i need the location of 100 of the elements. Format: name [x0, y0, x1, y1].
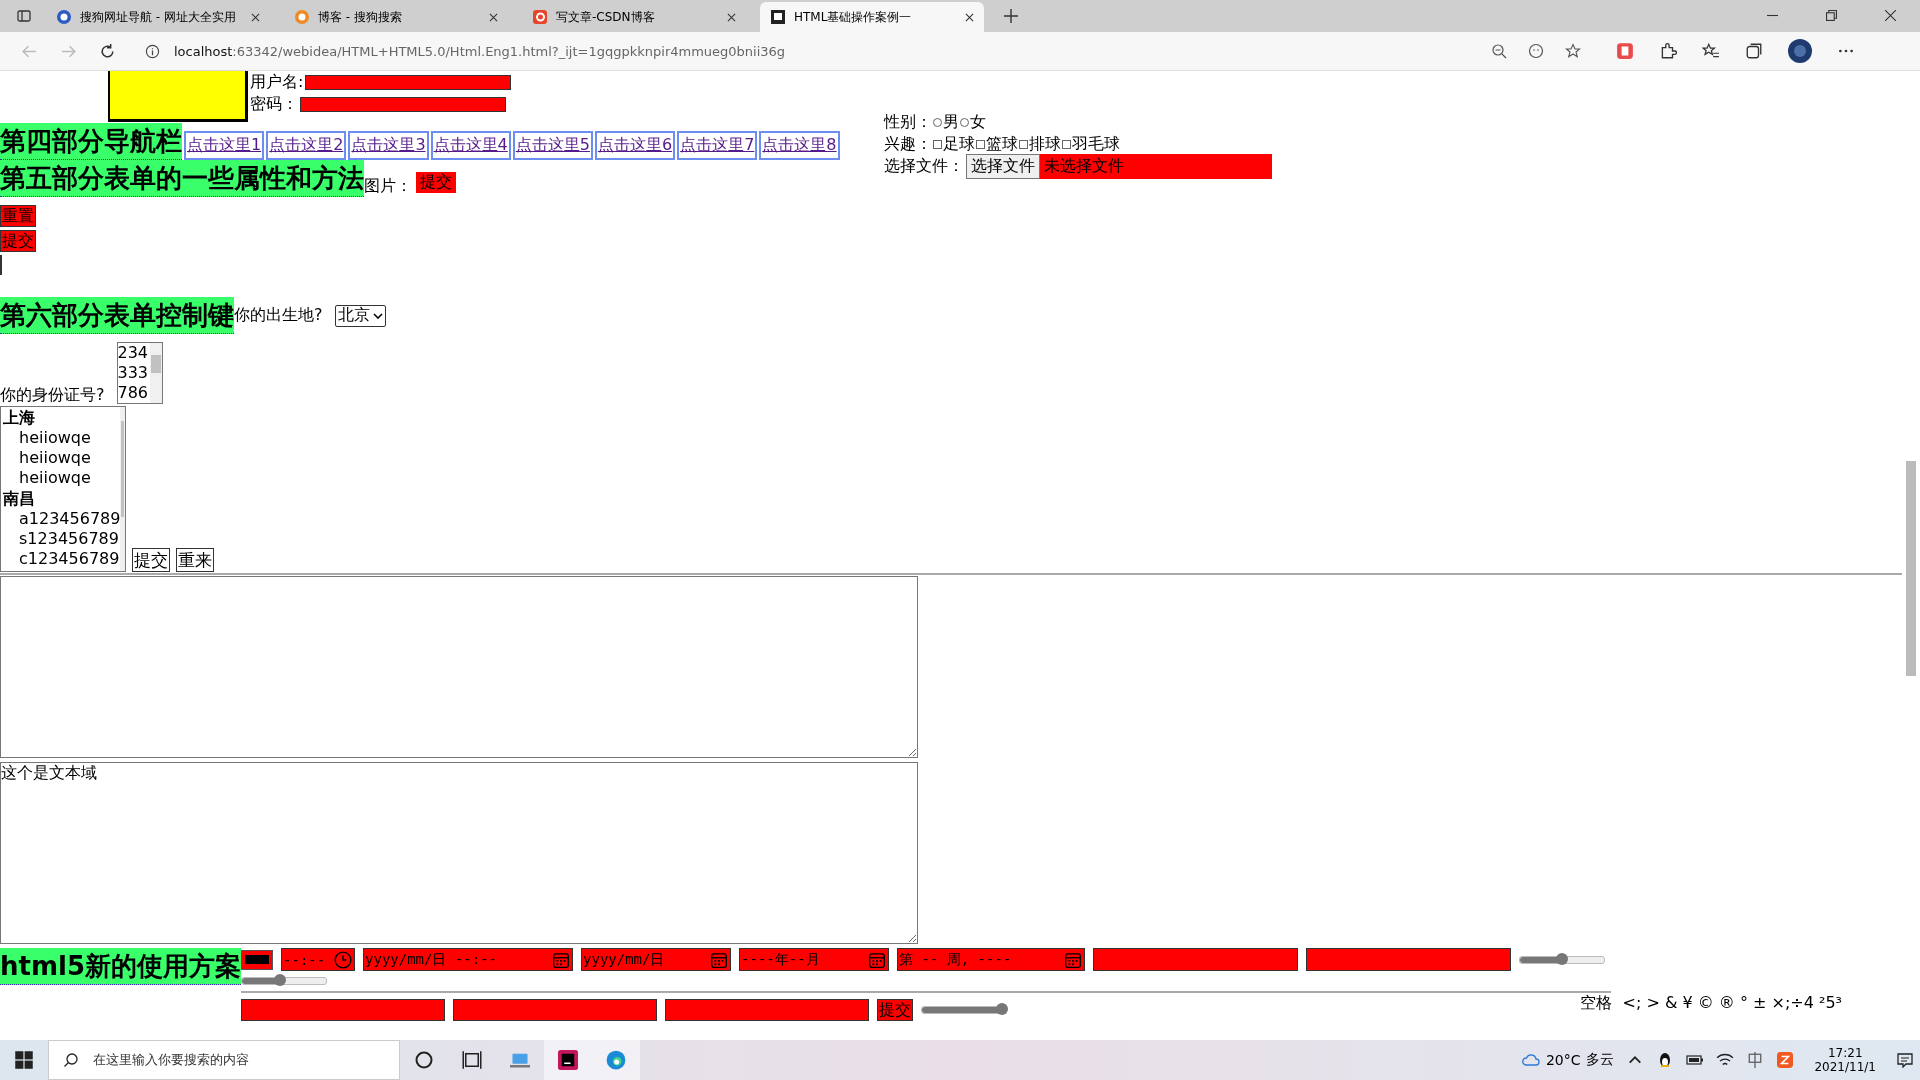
temperature-text[interactable]: 20°C	[1545, 1052, 1581, 1068]
list-option[interactable]: s123456789	[1, 529, 121, 549]
clock-date[interactable]: 2021/11/1	[1814, 1060, 1876, 1074]
tab-title: 博客 - 搜狗搜索	[318, 8, 403, 26]
task-view-icon[interactable]	[462, 1050, 482, 1070]
city-listbox[interactable]: 上海 heiiowqe heiiowqe heiiowqe 南昌 a123456789 s123456789 c123456789	[0, 406, 126, 572]
browser-tab[interactable]: 写文章-CSDN博客	[522, 2, 746, 32]
range-slider[interactable]	[241, 977, 328, 985]
cortana-circle-icon[interactable]	[414, 1050, 434, 1070]
text-field[interactable]	[665, 999, 870, 1021]
nav-link[interactable]: 点击这里4	[430, 131, 511, 160]
file-label: 选择文件：	[884, 155, 964, 177]
form-button[interactable]: 提交	[0, 230, 36, 252]
radio-label: 男	[943, 111, 959, 133]
close-icon[interactable]	[489, 12, 498, 22]
id-label: 你的身份证号?	[0, 385, 105, 406]
close-icon[interactable]	[727, 12, 736, 22]
nav-link[interactable]: 点击这里3	[348, 131, 429, 160]
id-listbox[interactable]: 234 333 786	[116, 342, 164, 404]
browser-tab[interactable]: HTML基础操作案例一	[760, 2, 984, 32]
list-option[interactable]: heiiowqe	[1, 448, 121, 468]
caret-icon[interactable]	[372, 312, 383, 319]
new-tab-icon[interactable]	[1004, 9, 1018, 23]
form-button[interactable]: 重来	[176, 548, 214, 572]
site-icon	[770, 9, 786, 25]
datetime-field[interactable]: yyyy/mm/日 --:--	[363, 948, 574, 971]
password-field[interactable]	[300, 96, 506, 112]
time-field[interactable]: --:--	[281, 948, 356, 971]
refresh-icon[interactable]	[99, 42, 116, 60]
close-icon[interactable]	[965, 12, 974, 22]
checkbox[interactable]	[933, 139, 942, 149]
browser-tab[interactable]: 搜狗网址导航 - 网址大全实用	[46, 2, 270, 32]
extension-icon[interactable]	[1616, 42, 1634, 60]
weather-text[interactable]: 多云	[1586, 1051, 1615, 1069]
choose-file-button[interactable]: 选择文件	[966, 153, 1040, 179]
birthplace-select[interactable]: 北京	[334, 304, 386, 327]
battery-icon[interactable]	[1686, 1052, 1705, 1068]
scrollbar[interactable]	[150, 343, 163, 403]
radio-button[interactable]	[933, 117, 942, 127]
date-field[interactable]: yyyy/mm/日	[581, 948, 732, 971]
list-option[interactable]: heiiowqe	[1, 428, 121, 448]
list-option[interactable]: 786	[117, 383, 151, 403]
text-field[interactable]	[453, 999, 658, 1021]
calendar-icon[interactable]	[868, 950, 887, 969]
calendar-icon[interactable]	[710, 950, 729, 969]
submit-button[interactable]: 提交	[877, 999, 914, 1021]
calendar-icon[interactable]	[1064, 950, 1083, 969]
clock-icon[interactable]	[334, 950, 353, 969]
form-button[interactable]: 重置	[0, 205, 36, 227]
image-submit-button[interactable]: 提交	[416, 172, 456, 193]
smiley-icon[interactable]	[1528, 43, 1544, 59]
username-field[interactable]	[305, 74, 512, 90]
nav-link[interactable]: 点击这里2	[266, 131, 347, 160]
checkbox[interactable]	[1019, 139, 1028, 149]
restore-icon[interactable]	[1826, 10, 1837, 21]
month-field[interactable]: ----年--月	[739, 948, 890, 971]
nav-link[interactable]: 点击这里6	[594, 131, 676, 160]
range-slider[interactable]	[1519, 955, 1606, 964]
ide-app-icon[interactable]	[544, 1040, 592, 1080]
checkbox[interactable]	[1062, 139, 1071, 149]
list-option[interactable]: heiiowqe	[1, 468, 121, 488]
notification-icon[interactable]	[1896, 1052, 1914, 1068]
clock-time[interactable]: 17:21	[1827, 1046, 1863, 1060]
text-field[interactable]	[241, 999, 446, 1021]
radio-button[interactable]	[960, 117, 969, 127]
nav-link[interactable]: 点击这里7	[677, 131, 758, 160]
range-slider[interactable]	[921, 1006, 1008, 1014]
close-icon[interactable]	[1885, 10, 1896, 21]
list-option[interactable]: a123456789	[1, 509, 121, 529]
week-field[interactable]: 第 -- 周, ----	[897, 948, 1086, 971]
info-icon[interactable]	[145, 43, 160, 59]
nav-link[interactable]: 点击这里5	[512, 131, 593, 160]
nav-link[interactable]: 点击这里8	[759, 131, 840, 160]
favorites-icon[interactable]	[1702, 42, 1720, 60]
scrollbar[interactable]	[120, 407, 125, 571]
calendar-icon[interactable]	[552, 950, 571, 969]
color-picker[interactable]	[241, 949, 274, 970]
tab-actions-icon[interactable]	[16, 8, 32, 24]
section-heading: html5新的使用方案	[0, 948, 242, 985]
browser-tab[interactable]: 博客 - 搜狗搜索	[284, 2, 508, 32]
list-option[interactable]: 333	[117, 363, 151, 383]
checkbox[interactable]	[976, 139, 985, 149]
taskbar-search-field[interactable]: 在这里输入你要搜索的内容	[48, 1040, 400, 1080]
close-icon[interactable]	[251, 12, 260, 22]
nav-link[interactable]: 点击这里1	[184, 131, 265, 160]
collections-icon[interactable]	[1745, 42, 1763, 60]
text-field[interactable]	[1093, 948, 1299, 971]
list-option[interactable]: c123456789	[1, 549, 121, 569]
favorite-star-icon[interactable]	[1565, 43, 1581, 59]
text-area[interactable]: 这个是文本域	[0, 762, 918, 944]
checkbox-label: 羽毛球	[1072, 133, 1120, 155]
avatar-icon[interactable]	[1788, 39, 1812, 63]
text-field[interactable]	[1306, 948, 1512, 971]
app-tray-icon[interactable]	[1776, 1052, 1795, 1068]
list-option[interactable]: 234	[117, 343, 151, 363]
wifi-icon[interactable]	[1716, 1052, 1735, 1068]
windows-start-icon[interactable]	[14, 1050, 34, 1070]
zoom-out-icon[interactable]	[1491, 43, 1507, 59]
form-button[interactable]: 提交	[132, 548, 170, 572]
puzzle-icon[interactable]	[1659, 42, 1677, 60]
